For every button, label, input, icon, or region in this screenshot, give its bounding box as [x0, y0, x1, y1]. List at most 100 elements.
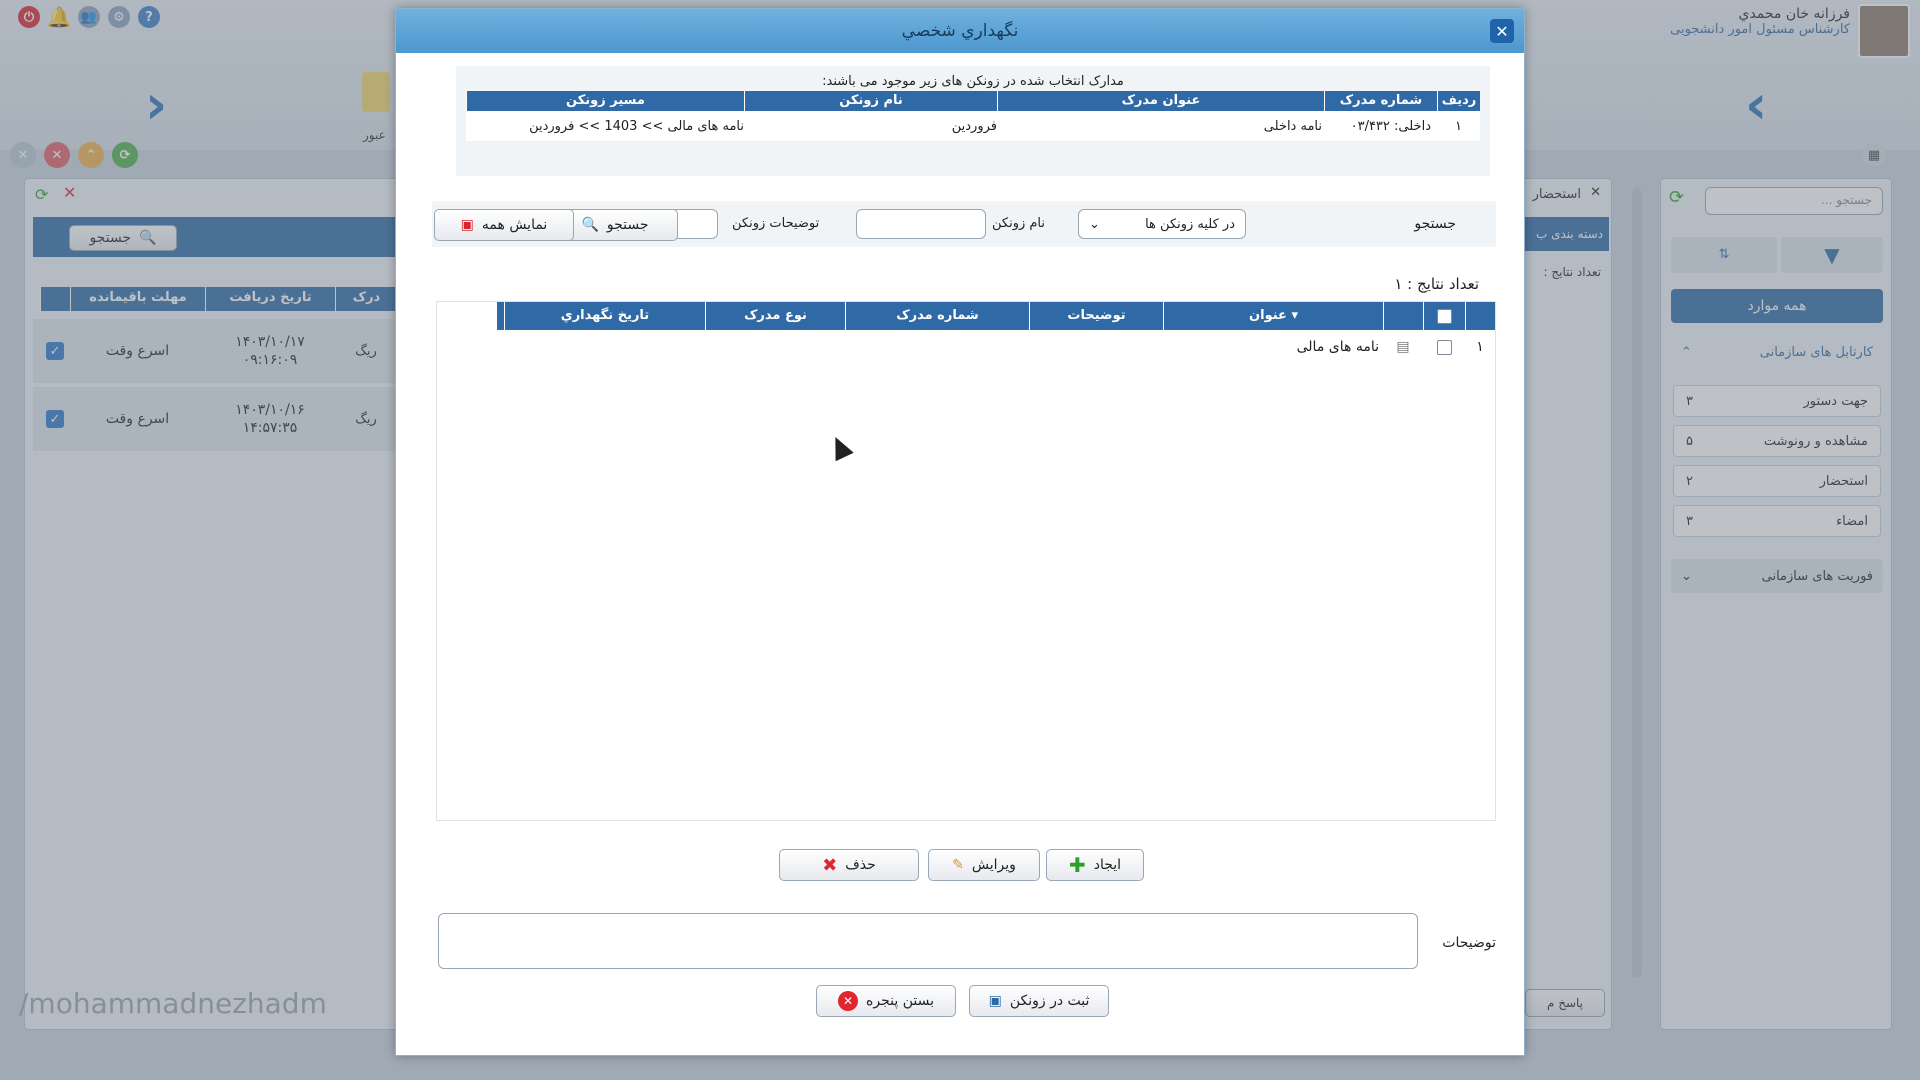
chevron-right-icon[interactable]: ›	[145, 78, 167, 132]
sidebar-search-input[interactable]: جستجو ...	[1705, 187, 1883, 215]
row-checkbox[interactable]	[1436, 339, 1452, 355]
category-bar: دسته بندی ب	[1525, 217, 1609, 251]
left-search-button[interactable]: جستجو 🔍	[69, 225, 177, 251]
sidebar-item[interactable]: امضاء ۳	[1673, 505, 1881, 537]
up-icon[interactable]: ⌃	[78, 142, 104, 168]
section-title: فوریت های سازمانی	[1761, 568, 1873, 584]
binder-name-input[interactable]	[856, 209, 986, 239]
top-left-toolbar: ⏻ 🔔 👥 ⚙ ?	[18, 5, 160, 29]
calendar-icon[interactable]: ▦	[1862, 143, 1886, 167]
sidebar-item[interactable]: جهت دستور ۳	[1673, 385, 1881, 417]
bell-icon[interactable]: 🔔	[47, 5, 72, 29]
search-icon: 🔍	[581, 217, 599, 233]
row-checkbox[interactable]: ✓	[46, 342, 64, 360]
table-row[interactable]: ۱ داخلی: ۰۳/۴۳۲ نامه داخلی فروردین نامه …	[466, 111, 1480, 141]
save-to-binder-button[interactable]: ثبت در زونکن ▣	[969, 985, 1109, 1017]
sort-icon[interactable]: ⇅	[1671, 237, 1777, 273]
plus-icon: ✚	[1068, 853, 1086, 877]
col-header-icon	[1383, 302, 1423, 330]
user-name: فرزانه خان محمدي	[1738, 6, 1850, 22]
search-icon: 🔍	[139, 230, 157, 246]
close-circle-icon: ✕	[838, 991, 859, 1011]
section-org-cartables[interactable]: کارتابل های سازمانی ⌃	[1671, 337, 1883, 367]
table-row[interactable]: ریگ ۱۴۰۳/۱۰/۱۷ ۰۹:۱۶:۰۹ اسرع وقت ✓	[33, 319, 397, 383]
col-header[interactable]: تاریخ دریافت	[205, 287, 335, 311]
show-all-button[interactable]: نمایش همه ▣	[434, 209, 574, 241]
reply-button[interactable]: پاسخ م	[1525, 989, 1605, 1017]
user-info: فرزانه خان محمدي کارشناس مسئول امور دانش…	[1670, 6, 1850, 37]
filter-icon[interactable]: ▼	[1781, 237, 1883, 273]
pass-label: عبور	[363, 128, 386, 142]
pin-icon[interactable]: ✕	[10, 142, 36, 168]
chevron-down-icon: ⌄	[1089, 216, 1100, 232]
binder-desc-label: توضیحات زونکن	[732, 216, 820, 231]
description-label: توضیحات	[1442, 935, 1496, 951]
row-type: ریگ	[355, 411, 377, 427]
search-panel: جستجو در کلیه زونکن ها ⌄ نام زونکن توضیحا…	[432, 201, 1496, 247]
results-count: تعداد نتایج : ۱	[1394, 275, 1479, 293]
chevron-down-icon: ⌄	[1681, 568, 1692, 584]
dialog-title: نگهداري شخصي	[396, 9, 1524, 53]
col-header-title[interactable]: عنوان ▾	[1163, 302, 1383, 330]
users-icon[interactable]: 👥	[78, 6, 100, 28]
delete-button[interactable]: حذف ✖	[779, 849, 919, 881]
briefcase-icon: ▣	[460, 217, 474, 233]
create-button[interactable]: ایجاد ✚	[1046, 849, 1144, 881]
col-header[interactable]: مهلت باقیمانده	[70, 287, 205, 311]
help-icon[interactable]: ?	[138, 6, 160, 28]
results-grid: عنوان ▾ توضیحات شماره مدرک نوع مدرک تاری…	[436, 301, 1496, 821]
table-row[interactable]: ۱ ▤ نامه های مالی	[437, 330, 1495, 364]
close-icon[interactable]: ✕	[1590, 185, 1601, 200]
sidebar-item[interactable]: مشاهده و رونوشت ۵	[1673, 425, 1881, 457]
chevron-left-icon[interactable]: ‹	[1745, 78, 1767, 132]
col-header-check	[40, 287, 70, 311]
window-controls: ✕ ✕ ⌃ ⟳	[10, 142, 138, 168]
chevron-up-icon: ⌃	[1681, 344, 1692, 360]
tab-label[interactable]: استحضار	[1533, 187, 1581, 202]
left-search-label: جستجو	[89, 230, 132, 246]
left-search-bar: جستجو 🔍	[33, 217, 397, 257]
grid-header: عنوان ▾ توضیحات شماره مدرک نوع مدرک تاری…	[437, 302, 1495, 330]
settings-icon[interactable]: ⚙	[108, 6, 130, 28]
close-window-button[interactable]: بستن پنجره ✕	[816, 985, 956, 1017]
sidebar-item[interactable]: استحضار ۲	[1673, 465, 1881, 497]
power-icon[interactable]: ⏻	[18, 6, 40, 28]
row-type: ریگ	[355, 343, 377, 359]
col-header[interactable]: تاریخ نگهداري	[504, 302, 705, 330]
col-header-spacer	[496, 302, 504, 330]
all-items-button[interactable]: همه موارد	[1671, 289, 1883, 323]
description-textarea[interactable]	[438, 913, 1418, 969]
notice-text: مدارک انتخاب شده در زونکن های زیر موجود …	[822, 74, 1124, 89]
personal-storage-dialog: نگهداري شخصي ✕ مدارک انتخاب شده در زونکن…	[395, 8, 1525, 1056]
mid-panel: استحضار ✕ دسته بندی ب تعداد نتایج : پاسخ…	[1520, 178, 1612, 1030]
close-icon[interactable]: ✕	[63, 183, 76, 202]
refresh-icon[interactable]: ⟳	[1669, 187, 1684, 208]
col-header-row	[1465, 302, 1495, 330]
section-org-priorities[interactable]: فوریت های سازمانی ⌄	[1671, 559, 1883, 593]
user-role: کارشناس مسئول امور دانشجویی	[1670, 22, 1850, 37]
document-icon: ▤	[1396, 339, 1410, 355]
select-all-checkbox[interactable]	[1423, 302, 1465, 330]
sort-desc-icon: ▾	[1291, 308, 1298, 323]
close-circle-icon[interactable]: ✕	[44, 142, 70, 168]
right-sidebar: ⟳ جستجو ... ⇅ ▼ همه موارد کارتابل های سا…	[1660, 178, 1892, 1030]
row-checkbox[interactable]: ✓	[46, 410, 64, 428]
key-icon[interactable]	[362, 72, 390, 112]
close-icon[interactable]: ✕	[1490, 19, 1514, 43]
col-header[interactable]: نوع مدرک	[705, 302, 845, 330]
avatar	[1858, 4, 1910, 58]
col-header: درک	[335, 287, 397, 311]
scope-select[interactable]: در کلیه زونکن ها ⌄	[1078, 209, 1246, 239]
refresh-icon[interactable]: ⟳	[112, 142, 138, 168]
refresh-icon[interactable]: ⟳	[35, 185, 48, 204]
search-label: جستجو	[1414, 216, 1456, 232]
count-label: تعداد نتایج :	[1543, 265, 1601, 279]
col-header[interactable]: توضیحات	[1029, 302, 1163, 330]
table-row[interactable]: ریگ ۱۴۰۳/۱۰/۱۶ ۱۴:۵۷:۳۵ اسرع وقت ✓	[33, 387, 397, 451]
scrollbar[interactable]	[1632, 188, 1642, 978]
col-header[interactable]: شماره مدرک	[845, 302, 1029, 330]
top-table-header: ردیف شماره مدرک عنوان مدرک نام زونکن مسی…	[466, 91, 1480, 111]
save-icon: ▣	[988, 993, 1002, 1009]
watermark: /mohammadnezhadm	[19, 987, 327, 1020]
edit-button[interactable]: ویرایش ✎	[928, 849, 1040, 881]
